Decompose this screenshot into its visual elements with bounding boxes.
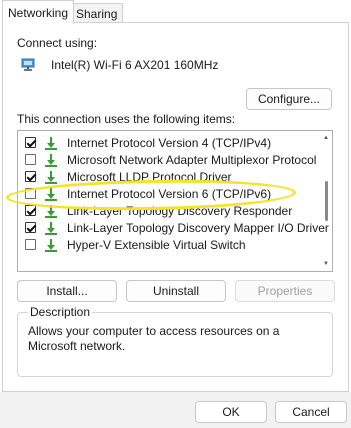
item-checkbox[interactable]: [25, 154, 36, 165]
list-item[interactable]: Link-Layer Topology Discovery Responder: [18, 202, 318, 219]
tab-sharing-label: Sharing: [76, 7, 118, 21]
item-label: Hyper-V Extensible Virtual Switch: [67, 237, 246, 252]
list-item[interactable]: Microsoft Network Adapter Multiplexor Pr…: [18, 151, 318, 168]
protocol-icon: [45, 170, 57, 184]
scroll-up-arrow-icon[interactable]: ▲: [322, 135, 330, 141]
list-item[interactable]: Microsoft LLDP Protocol Driver: [18, 168, 318, 185]
item-checkbox[interactable]: [25, 137, 36, 148]
item-label: Internet Protocol Version 6 (TCP/IPv6): [67, 186, 272, 201]
scroll-down-arrow-icon[interactable]: ▼: [322, 261, 330, 267]
description-text: Allows your computer to access resources…: [28, 324, 280, 353]
tab-networking[interactable]: Networking: [2, 0, 75, 24]
item-label: Microsoft LLDP Protocol Driver: [67, 169, 232, 184]
list-item[interactable]: Internet Protocol Version 6 (TCP/IPv6): [18, 185, 318, 202]
item-checkbox[interactable]: [25, 205, 36, 216]
protocol-icon: [45, 204, 57, 218]
components-list[interactable]: Internet Protocol Version 4 (TCP/IPv4) M…: [17, 130, 333, 272]
tab-sharing[interactable]: Sharing: [70, 3, 124, 23]
install-button[interactable]: Install...: [17, 280, 117, 302]
item-checkbox[interactable]: [25, 239, 36, 250]
adapter-box: Intel(R) Wi-Fi 6 AX201 160MHz: [15, 52, 333, 78]
properties-button[interactable]: Properties: [235, 280, 335, 302]
item-label: Microsoft Network Adapter Multiplexor Pr…: [67, 152, 317, 167]
item-checkbox[interactable]: [25, 222, 36, 233]
list-item[interactable]: Hyper-V Extensible Virtual Switch: [18, 236, 318, 253]
item-label: Link-Layer Topology Discovery Responder: [67, 203, 293, 218]
protocol-icon: [45, 187, 57, 201]
list-scrollbar[interactable]: [325, 181, 328, 221]
description-title: Description: [28, 305, 93, 319]
item-checkbox[interactable]: [25, 171, 36, 182]
tab-bar: Networking Sharing: [0, 0, 351, 24]
adapter-name: Intel(R) Wi-Fi 6 AX201 160MHz: [51, 58, 219, 72]
description-group: Description Allows your computer to acce…: [17, 305, 333, 377]
protocol-icon: [45, 221, 57, 235]
item-checkbox[interactable]: [25, 188, 36, 199]
item-label: Internet Protocol Version 4 (TCP/IPv4): [67, 135, 272, 150]
protocol-icon: [45, 153, 57, 167]
ok-button[interactable]: OK: [195, 401, 267, 423]
list-item[interactable]: Internet Protocol Version 4 (TCP/IPv4): [18, 134, 318, 151]
protocol-icon: [45, 136, 57, 150]
list-item[interactable]: Link-Layer Topology Discovery Mapper I/O…: [18, 219, 329, 236]
items-label: This connection uses the following items…: [17, 112, 236, 126]
cancel-button[interactable]: Cancel: [275, 401, 347, 423]
item-label: Link-Layer Topology Discovery Mapper I/O…: [67, 220, 329, 235]
network-adapter-icon: [21, 58, 35, 71]
configure-button[interactable]: Configure...: [246, 88, 332, 110]
uninstall-button[interactable]: Uninstall: [126, 280, 226, 302]
tab-networking-label: Networking: [8, 6, 69, 20]
connect-using-label: Connect using:: [17, 36, 98, 50]
protocol-icon: [45, 238, 57, 252]
